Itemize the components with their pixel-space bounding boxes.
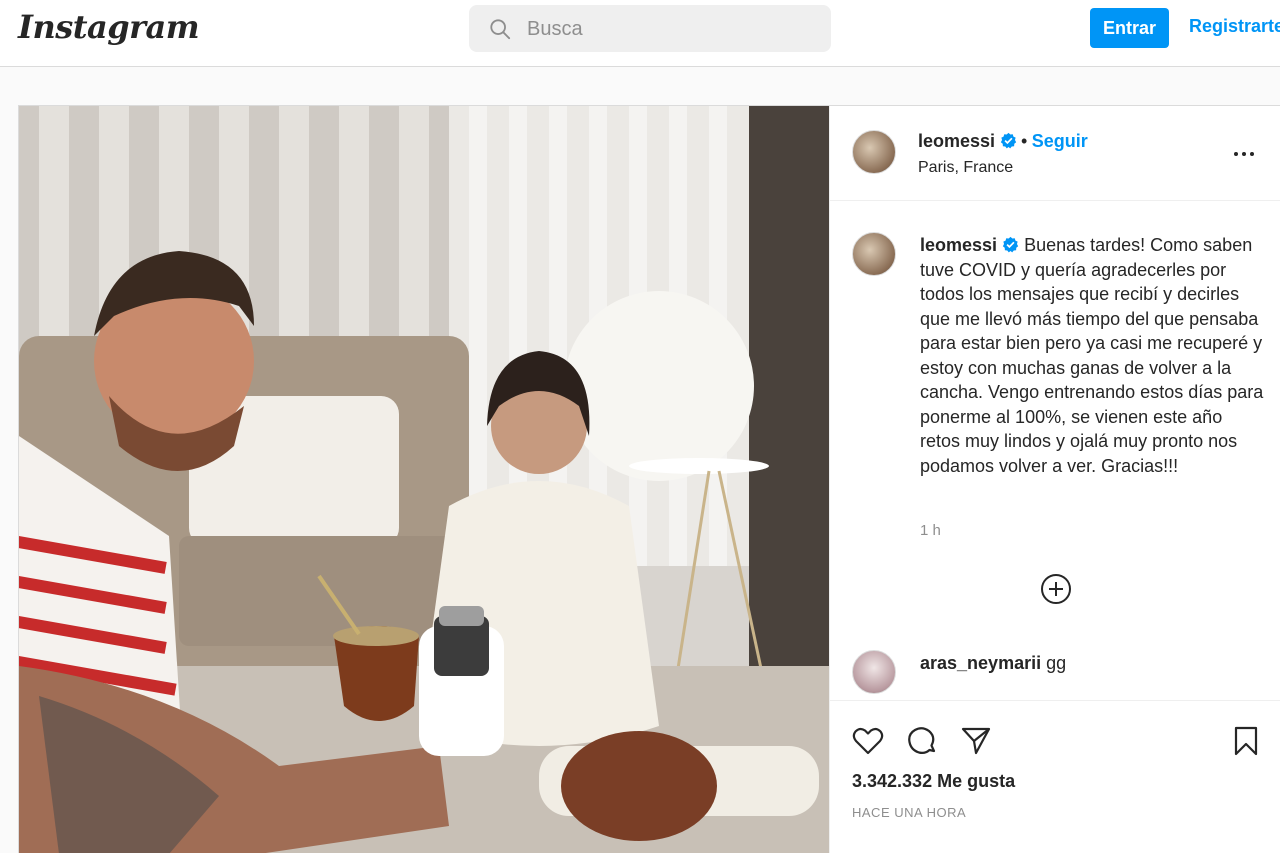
author-line: leomessi • Seguir: [918, 131, 1088, 152]
login-button[interactable]: Entrar: [1090, 8, 1169, 48]
verified-badge-icon: [1000, 132, 1016, 149]
likes-count[interactable]: 3.342.332 Me gusta: [852, 771, 1015, 792]
post-photo-illustration: [19, 106, 829, 853]
post-header: leomessi • Seguir Paris, France: [830, 106, 1280, 201]
share-icon[interactable]: [960, 725, 992, 757]
heart-icon[interactable]: [852, 725, 884, 757]
caption-timestamp[interactable]: 1 h: [920, 522, 941, 539]
instagram-logo[interactable]: Instagram: [18, 8, 200, 46]
commenter-username[interactable]: aras_neymarii: [920, 653, 1041, 673]
search-icon: [490, 19, 511, 40]
caption-username[interactable]: leomessi: [920, 235, 997, 255]
post-side-panel: leomessi • Seguir Paris, France leomessi…: [829, 106, 1280, 853]
comment-item: aras_neymarii gg: [830, 646, 1280, 700]
post-caption: leomessi Buenas tardes! Como saben tuve …: [920, 233, 1265, 478]
comment-text: gg: [1046, 653, 1067, 673]
comment-icon[interactable]: [906, 725, 938, 757]
more-options-icon[interactable]: [1232, 142, 1256, 166]
load-more-comments-icon[interactable]: [1040, 573, 1072, 605]
post-timestamp[interactable]: HACE UNA HORA: [852, 805, 966, 820]
register-link[interactable]: Registrarte: [1189, 16, 1280, 37]
bookmark-icon[interactable]: [1230, 725, 1262, 757]
search-box[interactable]: Busca: [469, 5, 831, 52]
post-photo[interactable]: [19, 106, 829, 853]
post-card: leomessi • Seguir Paris, France leomessi…: [18, 105, 1280, 853]
follow-button[interactable]: Seguir: [1032, 131, 1088, 151]
post-actions-bar: 3.342.332 Me gusta HACE UNA HORA: [830, 700, 1280, 853]
verified-badge-icon: [1002, 236, 1019, 253]
top-navigation-bar: Instagram Busca Entrar Registrarte: [0, 0, 1280, 67]
comment-text-line: aras_neymarii gg: [920, 653, 1066, 674]
caption-author-avatar[interactable]: [852, 232, 896, 276]
search-input[interactable]: Busca: [527, 18, 583, 41]
commenter-avatar[interactable]: [852, 650, 896, 694]
author-username[interactable]: leomessi: [918, 131, 995, 151]
caption-text: Buenas tardes! Como saben tuve COVID y q…: [920, 235, 1264, 476]
post-location[interactable]: Paris, France: [918, 159, 1013, 177]
author-avatar[interactable]: [852, 130, 896, 174]
separator-dot: •: [1020, 131, 1028, 151]
